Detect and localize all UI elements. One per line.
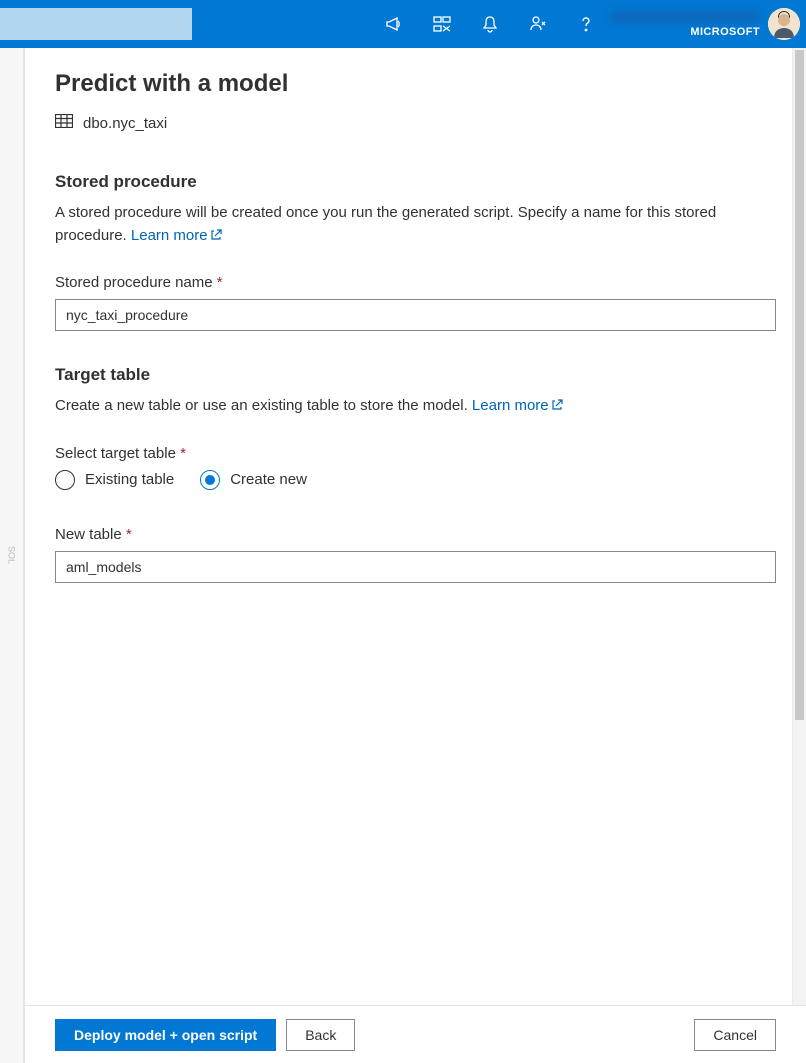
scrollbar-thumb[interactable] — [795, 50, 804, 720]
external-link-icon — [210, 228, 222, 245]
help-icon[interactable] — [562, 0, 610, 48]
radio-checked-icon — [200, 470, 220, 490]
stored-procedure-desc: A stored procedure will be created once … — [55, 202, 776, 248]
target-table-heading: Target table — [55, 365, 776, 385]
megaphone-icon[interactable] — [370, 0, 418, 48]
radio-unchecked-icon — [55, 470, 75, 490]
left-dock-strip: SOL — [0, 48, 24, 1063]
directory-icon[interactable] — [418, 0, 466, 48]
new-table-input[interactable] — [55, 551, 776, 583]
avatar[interactable] — [768, 8, 800, 40]
org-label: MICROSOFT — [690, 26, 760, 38]
radio-create-new[interactable]: Create new — [200, 470, 307, 490]
select-target-table-label: Select target table * — [55, 445, 776, 462]
table-icon — [55, 114, 73, 132]
page-title: Predict with a model — [55, 70, 776, 98]
cancel-button[interactable]: Cancel — [694, 1019, 776, 1051]
stored-procedure-name-label: Stored procedure name * — [55, 274, 776, 291]
target-table-desc: Create a new table or use an existing ta… — [55, 395, 776, 419]
external-link-icon — [551, 398, 563, 415]
notifications-icon[interactable] — [466, 0, 514, 48]
deploy-button[interactable]: Deploy model + open script — [55, 1019, 276, 1051]
top-navigation-bar: MICROSOFT — [0, 0, 806, 48]
feedback-icon[interactable] — [514, 0, 562, 48]
radio-existing-table[interactable]: Existing table — [55, 470, 174, 490]
target-table-learn-more-link[interactable]: Learn more — [472, 397, 563, 414]
context-table-name: dbo.nyc_taxi — [83, 115, 167, 132]
radio-create-label: Create new — [230, 471, 307, 488]
stored-procedure-name-input[interactable] — [55, 299, 776, 331]
search-input-area[interactable] — [0, 8, 192, 40]
back-button[interactable]: Back — [286, 1019, 355, 1051]
stored-procedure-learn-more-link[interactable]: Learn more — [131, 227, 222, 244]
new-table-label: New table * — [55, 526, 776, 543]
stored-procedure-heading: Stored procedure — [55, 172, 776, 192]
radio-existing-label: Existing table — [85, 471, 174, 488]
user-email-redacted — [610, 10, 760, 24]
panel-footer: Deploy model + open script Back Cancel — [25, 1005, 806, 1063]
vertical-scrollbar[interactable] — [792, 48, 806, 1005]
context-table-row: dbo.nyc_taxi — [55, 114, 776, 132]
predict-panel: Predict with a model dbo.nyc_taxi Stored… — [24, 48, 806, 1063]
